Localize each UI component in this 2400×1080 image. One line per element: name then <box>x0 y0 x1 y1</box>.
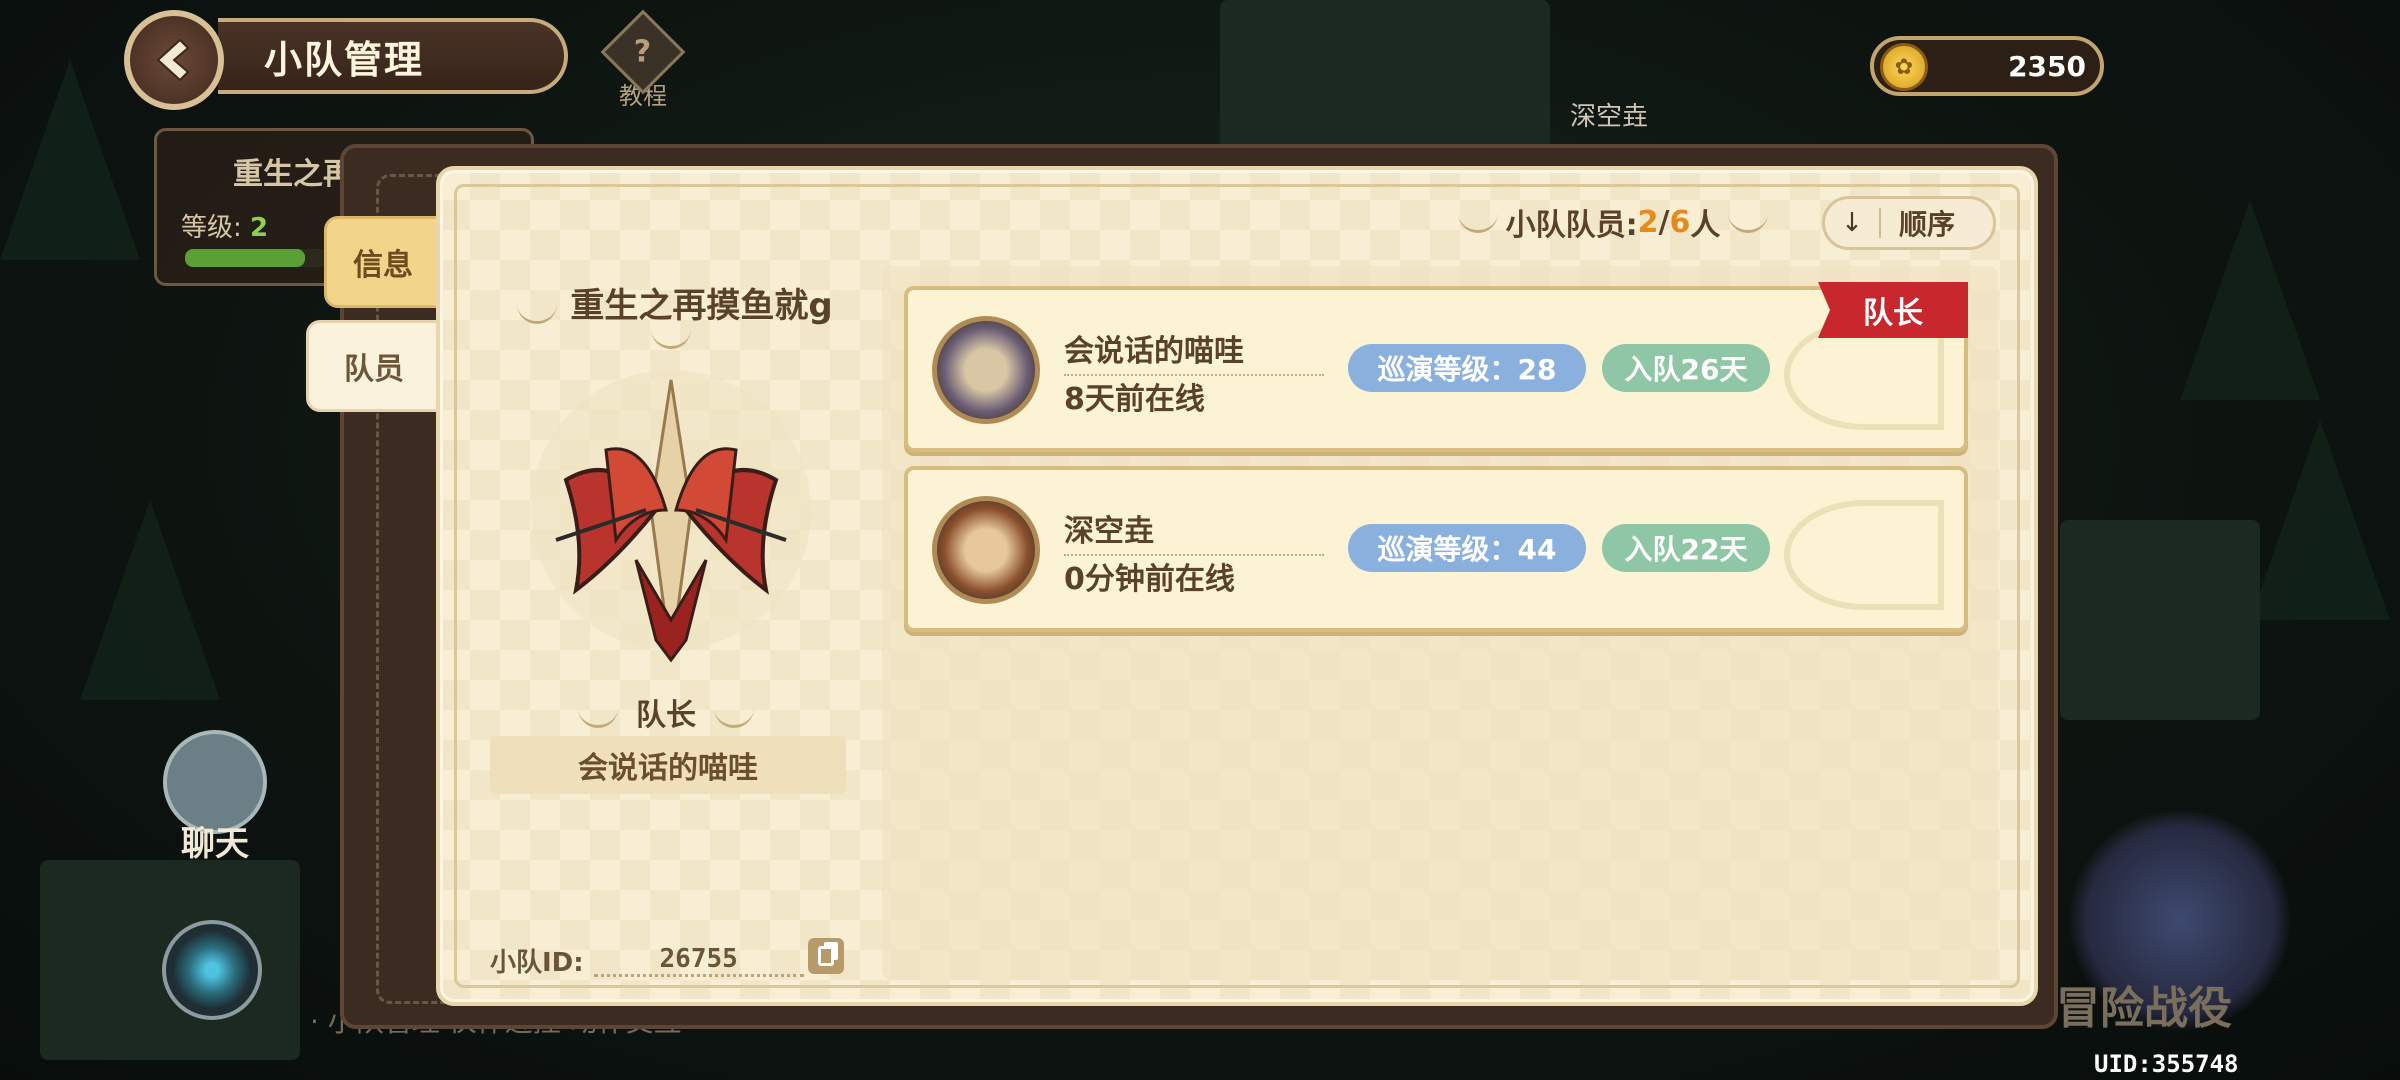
copy-icon <box>818 946 834 966</box>
background-player-name: 深空垚 <box>1570 102 1649 132</box>
member-card[interactable]: 深空垚 0分钟前在线 巡演等级：44 入队22天 <box>904 466 1968 632</box>
page-title-plate: 小队管理 <box>218 18 568 94</box>
back-arrow-icon <box>156 38 190 82</box>
tab-info[interactable]: 信息 <box>324 216 442 308</box>
gold-counter: ✿ 2350 <box>1870 36 2104 96</box>
leader-name: 会说话的喵哇 <box>578 751 758 786</box>
gold-coin-icon: ✿ <box>1880 43 1928 91</box>
ornament-icon <box>577 706 618 728</box>
adventure-label: 冒险战役 <box>2056 983 2232 1034</box>
member-count: 小队队员: 2/6 人 <box>1448 200 1778 244</box>
member-level-badge: 巡演等级：44 <box>1348 524 1586 572</box>
chat-button[interactable]: 聊天 <box>160 730 270 870</box>
ornament-icon <box>714 706 755 728</box>
team-id-value: 26755 <box>593 944 804 977</box>
sort-arrow-icon: ↓ <box>1825 208 1881 238</box>
ornament-icon <box>651 327 691 349</box>
chat-label: 聊天 <box>181 824 249 864</box>
member-level-badge: 巡演等级：28 <box>1348 344 1586 392</box>
member-online-status: 8天前在线 <box>1064 382 1205 417</box>
card-decoration <box>1784 500 1944 610</box>
member-online-status: 0分钟前在线 <box>1064 562 1235 597</box>
copy-id-button[interactable] <box>808 938 844 974</box>
leader-name-box: 会说话的喵哇 <box>490 736 846 794</box>
team-name: 重生之再摸鱼就g <box>570 286 833 326</box>
member-days-badge: 入队22天 <box>1602 524 1770 572</box>
team-name-header: 重生之再摸鱼就g <box>486 278 856 349</box>
gold-amount: 2350 <box>2008 49 2086 83</box>
compass-menu-button[interactable] <box>162 920 262 1020</box>
sort-label: 顺序 <box>1899 208 1956 241</box>
tutorial-button[interactable]: ? 教程 <box>600 9 686 112</box>
team-emblem-icon <box>531 370 811 663</box>
team-id-row: 小队ID: 26755 <box>490 938 850 982</box>
member-days-badge: 入队26天 <box>1602 344 1770 392</box>
underlying-team-name: 重生之再 <box>233 157 353 192</box>
member-name: 深空垚 <box>1064 506 1324 556</box>
page-title: 小队管理 <box>264 37 425 82</box>
uid-label: UID:355748 <box>2094 1050 2239 1078</box>
leader-tag: 队长 <box>1818 282 1968 338</box>
back-button[interactable] <box>124 10 224 110</box>
sort-button[interactable]: ↓ 顺序 <box>1822 196 1996 250</box>
team-id-label: 小队ID: <box>490 947 584 978</box>
underlying-level: 等级: 2 <box>181 213 269 243</box>
member-card[interactable]: 会说话的喵哇 8天前在线 巡演等级：28 入队26天 <box>904 286 1968 452</box>
member-avatar <box>932 316 1040 424</box>
ornament-icon <box>517 302 558 324</box>
member-name: 会说话的喵哇 <box>1064 326 1324 376</box>
member-avatar <box>932 496 1040 604</box>
adventure-button[interactable]: 冒险战役 <box>2056 810 2290 1034</box>
tab-members[interactable]: 队员 <box>306 320 442 412</box>
ornament-icon <box>1728 211 1769 233</box>
ornament-icon <box>1457 211 1498 233</box>
leader-heading: 队长 <box>496 690 836 741</box>
